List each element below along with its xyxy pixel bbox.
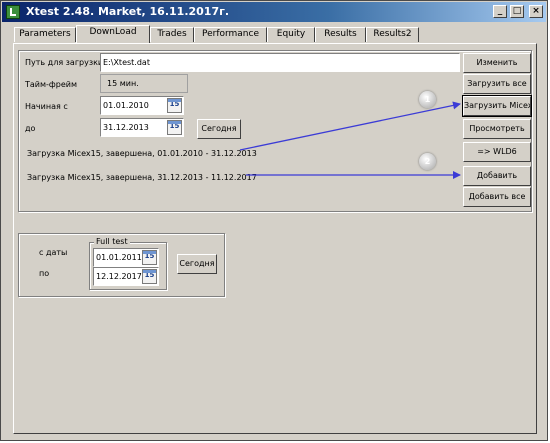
start-date-label: Начиная с bbox=[25, 102, 68, 111]
today-button[interactable]: Сегодня bbox=[197, 119, 241, 139]
load-micex15-button[interactable]: Загрузить Micex15 bbox=[462, 95, 532, 117]
path-label: Путь для загрузки bbox=[25, 58, 104, 67]
tab-trades[interactable]: Trades bbox=[150, 27, 194, 42]
annotation-badge-2: 2 bbox=[419, 153, 436, 170]
tab-results2[interactable]: Results2 bbox=[366, 27, 419, 42]
to-date-value: 12.12.2017 bbox=[96, 272, 142, 281]
tab-results[interactable]: Results bbox=[315, 27, 366, 42]
start-date-value: 01.01.2010 bbox=[103, 101, 149, 110]
app-window: Xtest 2.48. Market, 16.11.2017г. _ □ × P… bbox=[0, 0, 548, 441]
tab-equity[interactable]: Equity bbox=[267, 27, 315, 42]
path-input[interactable]: E:\Xtest.dat bbox=[100, 53, 460, 72]
end-date-label: до bbox=[25, 124, 36, 133]
load-all-button[interactable]: Загрузить все bbox=[463, 74, 531, 94]
tab-performance[interactable]: Performance bbox=[194, 27, 267, 42]
start-date-picker[interactable]: 01.01.2010 15 bbox=[100, 96, 184, 115]
status-line-2: Загрузка Micex15, завершена, 31.12.2013 … bbox=[27, 173, 257, 182]
tab-parameters[interactable]: Parameters bbox=[14, 27, 76, 42]
tab-download[interactable]: DownLoad bbox=[76, 25, 150, 43]
close-button[interactable]: × bbox=[529, 5, 543, 18]
from-date-label: с даты bbox=[39, 248, 68, 257]
minimize-button[interactable]: _ bbox=[493, 5, 507, 18]
status-line-1: Загрузка Micex15, завершена, 01.01.2010 … bbox=[27, 149, 257, 158]
from-date-picker[interactable]: 01.01.2011 15 bbox=[93, 248, 159, 267]
download-group bbox=[18, 50, 532, 212]
fulltest-today-button[interactable]: Сегодня bbox=[177, 254, 217, 274]
calendar-icon[interactable]: 15 bbox=[142, 250, 157, 265]
add-button[interactable]: Добавить bbox=[463, 166, 531, 186]
timeframe-label: Тайм-фрейм bbox=[25, 80, 77, 89]
view-button[interactable]: Просмотреть bbox=[463, 119, 531, 139]
end-date-value: 31.12.2013 bbox=[103, 123, 149, 132]
timeframe-value: 15 мин. bbox=[100, 74, 188, 93]
calendar-icon[interactable]: 15 bbox=[167, 120, 182, 135]
title-bar[interactable]: Xtest 2.48. Market, 16.11.2017г. _ □ × bbox=[2, 2, 546, 22]
to-date-label: по bbox=[39, 269, 50, 278]
from-date-value: 01.01.2011 bbox=[96, 253, 142, 262]
to-date-picker[interactable]: 12.12.2017 15 bbox=[93, 267, 159, 286]
calendar-icon[interactable]: 15 bbox=[142, 269, 157, 284]
app-icon bbox=[6, 5, 20, 19]
window-title: Xtest 2.48. Market, 16.11.2017г. bbox=[26, 5, 230, 18]
fulltest-group-title: Full test bbox=[94, 237, 130, 247]
add-all-button[interactable]: Добавить все bbox=[463, 187, 531, 207]
end-date-picker[interactable]: 31.12.2013 15 bbox=[100, 118, 184, 137]
annotation-badge-1: 1 bbox=[419, 91, 436, 108]
to-wld6-button[interactable]: => WLD6 bbox=[463, 142, 531, 162]
change-button[interactable]: Изменить bbox=[463, 53, 531, 73]
maximize-button[interactable]: □ bbox=[510, 5, 524, 18]
calendar-icon[interactable]: 15 bbox=[167, 98, 182, 113]
